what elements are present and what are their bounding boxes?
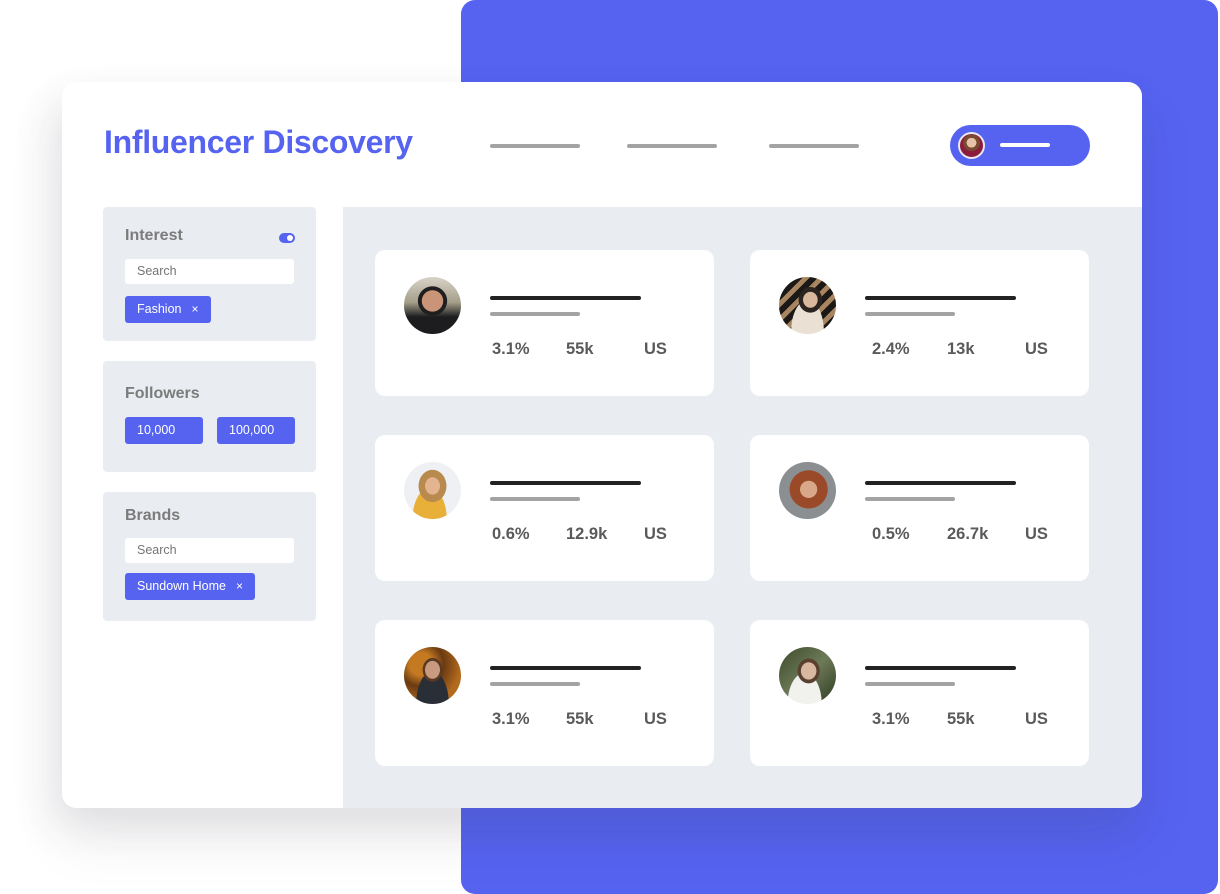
engagement-rate: 0.6% (492, 525, 530, 543)
nav-item-1[interactable] (490, 144, 580, 148)
country: US (644, 710, 667, 728)
follower-count: 55k (947, 710, 975, 728)
results-area: 3.1% 55k US 2.4% 13k US 0.6% 12.9k US 0.… (343, 207, 1142, 808)
tag-label: Sundown Home (137, 579, 226, 593)
name-placeholder (865, 666, 1016, 670)
country: US (1025, 340, 1048, 358)
interest-search-input[interactable] (125, 259, 294, 284)
handle-placeholder (490, 682, 580, 686)
engagement-rate: 3.1% (492, 710, 530, 728)
influencer-card[interactable]: 0.5% 26.7k US (750, 435, 1089, 581)
filter-panel-brands: Brands Sundown Home × (103, 492, 316, 621)
handle-placeholder (865, 497, 955, 501)
influencer-avatar-icon (779, 647, 836, 704)
interest-tag-fashion: Fashion × (125, 296, 211, 323)
influencer-avatar-icon (779, 277, 836, 334)
remove-tag-close-icon[interactable]: × (236, 573, 243, 600)
influencer-avatar-icon (404, 462, 461, 519)
nav-item-2[interactable] (627, 144, 717, 148)
follower-count: 13k (947, 340, 975, 358)
influencer-avatar-icon (779, 462, 836, 519)
influencer-avatar-icon (404, 277, 461, 334)
handle-placeholder (865, 682, 955, 686)
interest-toggle[interactable] (279, 233, 295, 243)
name-placeholder (865, 296, 1016, 300)
influencer-card[interactable]: 3.1% 55k US (375, 250, 714, 396)
engagement-rate: 3.1% (492, 340, 530, 358)
nav-item-3[interactable] (769, 144, 859, 148)
filter-label-followers: Followers (125, 385, 200, 402)
follower-count: 12.9k (566, 525, 608, 543)
remove-tag-close-icon[interactable]: × (191, 296, 198, 323)
filter-label-interest: Interest (125, 227, 183, 244)
country: US (1025, 525, 1048, 543)
handle-placeholder (865, 312, 955, 316)
engagement-rate: 2.4% (872, 340, 910, 358)
tag-label: Fashion (137, 302, 182, 316)
influencer-avatar-icon (404, 647, 461, 704)
handle-placeholder (490, 497, 580, 501)
influencer-card[interactable]: 3.1% 55k US (750, 620, 1089, 766)
name-placeholder (865, 481, 1016, 485)
filter-panel-followers: Followers 10,000 100,000 (103, 361, 316, 472)
name-placeholder (490, 481, 641, 485)
user-avatar-icon (958, 132, 985, 159)
follower-count: 55k (566, 340, 594, 358)
name-placeholder (490, 296, 641, 300)
user-name-placeholder (1000, 143, 1050, 147)
follower-count: 55k (566, 710, 594, 728)
page-title: Influencer Discovery (104, 124, 413, 160)
country: US (644, 525, 667, 543)
country: US (1025, 710, 1048, 728)
influencer-card[interactable]: 0.6% 12.9k US (375, 435, 714, 581)
follower-count: 26.7k (947, 525, 989, 543)
engagement-rate: 3.1% (872, 710, 910, 728)
user-menu-button[interactable] (950, 125, 1090, 166)
filter-panel-interest: Interest Fashion × (103, 207, 316, 341)
brands-tag-sundown-home: Sundown Home × (125, 573, 255, 600)
country: US (644, 340, 667, 358)
filter-label-brands: Brands (125, 507, 181, 524)
name-placeholder (490, 666, 641, 670)
influencer-card[interactable]: 2.4% 13k US (750, 250, 1089, 396)
handle-placeholder (490, 312, 580, 316)
followers-min-input[interactable]: 10,000 (125, 417, 203, 444)
app-window: Influencer Discovery Interest Fashion × … (62, 82, 1142, 808)
influencer-card[interactable]: 3.1% 55k US (375, 620, 714, 766)
followers-max-input[interactable]: 100,000 (217, 417, 295, 444)
brands-search-input[interactable] (125, 538, 294, 563)
engagement-rate: 0.5% (872, 525, 910, 543)
